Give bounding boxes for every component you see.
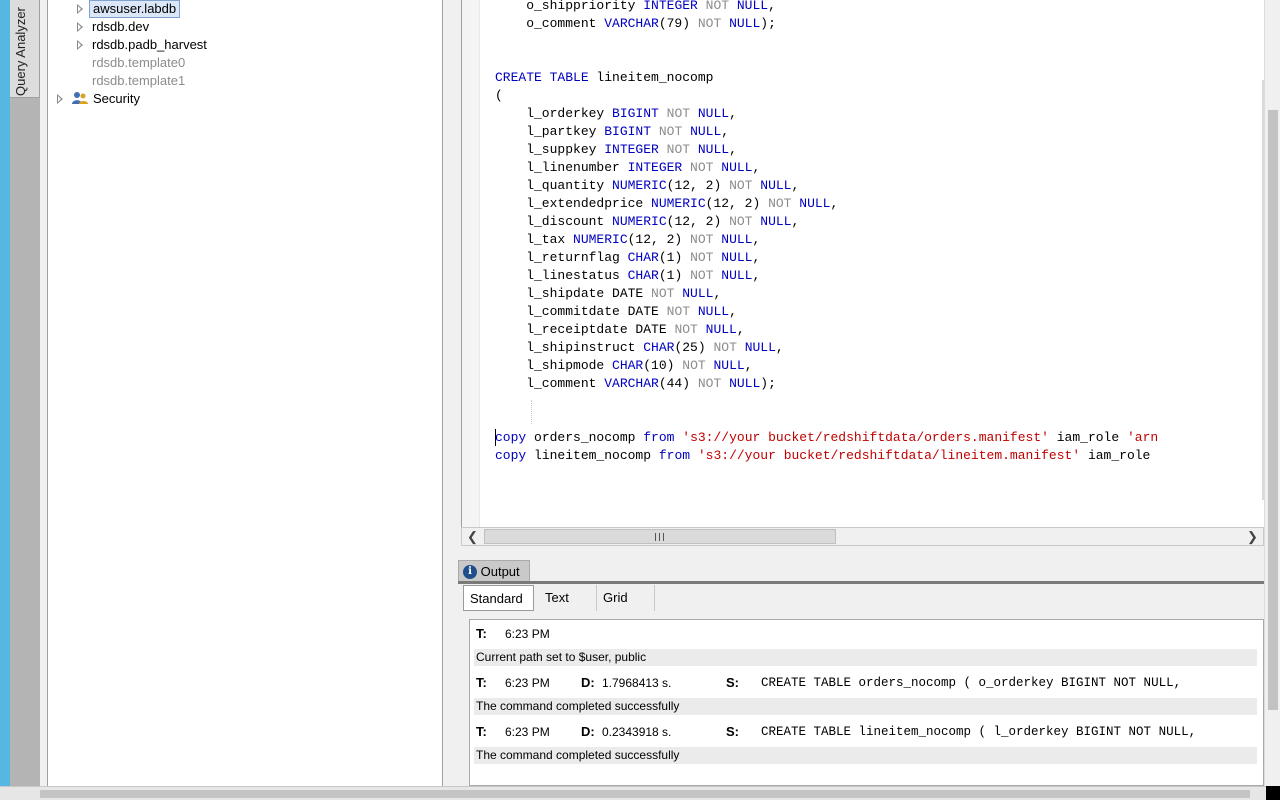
tab-output-label: Output	[480, 564, 520, 579]
log-time: 6:23 PM	[505, 725, 550, 739]
expand-arrow-icon[interactable]	[77, 22, 83, 32]
vertical-scroll-thumb[interactable]	[1268, 110, 1278, 710]
code-line: l_linestatus CHAR(1) NOT NULL,	[495, 268, 761, 283]
subtab-grid[interactable]: Grid	[597, 585, 655, 611]
time-label: T:	[476, 626, 487, 641]
code-line: l_returnflag CHAR(1) NOT NULL,	[495, 250, 761, 265]
tree-item-security[interactable]: Security	[93, 90, 140, 108]
users-icon	[72, 91, 88, 105]
code-line: l_suppkey INTEGER NOT NULL,	[495, 142, 737, 157]
tab-query-analyzer[interactable]: Query Analyzer	[10, 0, 40, 98]
code-line: l_linenumber INTEGER NOT NULL,	[495, 160, 761, 175]
statement-label: S:	[726, 724, 739, 739]
code-line: l_receiptdate DATE NOT NULL,	[495, 322, 745, 337]
tab-query-analyzer-label: Query Analyzer	[13, 7, 28, 96]
editor-gutter	[462, 0, 480, 527]
horizontal-scrollbar[interactable]: ❮ ❯	[461, 527, 1264, 546]
vertical-tab-strip	[10, 0, 40, 786]
tree-item-awsuser-labdb[interactable]: awsuser.labdb	[89, 0, 181, 18]
time-label: T:	[476, 675, 487, 690]
scroll-right-icon[interactable]: ❯	[1242, 528, 1263, 545]
sql-editor[interactable]: o_shippriority INTEGER NOT NULL, o_comme…	[461, 0, 1264, 527]
code-line: l_shipinstruct CHAR(25) NOT NULL,	[495, 340, 784, 355]
log-entry-header: T: 6:23 PM D: 0.2343918 s. S: CREATE TAB…	[476, 722, 1256, 742]
expand-arrow-icon[interactable]	[77, 4, 83, 14]
code-line: l_orderkey BIGINT NOT NULL,	[495, 106, 737, 121]
log-entry-header: T: 6:23 PM	[476, 624, 550, 644]
subtab-text[interactable]: Text	[539, 585, 597, 611]
log-duration: 0.2343918 s.	[602, 725, 672, 739]
horizontal-scroll-thumb[interactable]	[484, 529, 836, 544]
code-line: ​	[495, 411, 1158, 429]
code-line: l_partkey BIGINT NOT NULL,	[495, 124, 730, 139]
output-panel: Standard Text Grid T: 6:23 PM Current pa…	[458, 584, 1264, 786]
code-line: ​	[495, 51, 1158, 69]
grip-icon	[655, 533, 665, 541]
vertical-scrollbar[interactable]	[1264, 0, 1280, 786]
statement-label: S:	[726, 675, 739, 690]
bottom-scroll-thumb[interactable]	[40, 790, 1250, 798]
code-line: l_extendedprice NUMERIC(12, 2) NOT NULL,	[495, 196, 839, 211]
log-duration: 1.7968413 s.	[602, 676, 672, 690]
log-statement: CREATE TABLE orders_nocomp ( o_orderkey …	[761, 676, 1182, 690]
code-line: ​	[495, 393, 1158, 411]
expand-arrow-icon[interactable]	[57, 94, 63, 104]
tree-item-rdsdb-template0[interactable]: rdsdb.template0	[92, 54, 185, 72]
subtab-standard[interactable]: Standard	[463, 585, 534, 611]
log-entry-header: T: 6:23 PM D: 1.7968413 s. S: CREATE TAB…	[476, 673, 1256, 693]
log-message: Current path set to $user, public	[474, 649, 1257, 666]
tree-item-rdsdb-template1[interactable]: rdsdb.template1	[92, 72, 185, 90]
duration-label: D:	[581, 724, 595, 739]
duration-label: D:	[581, 675, 595, 690]
code-line: l_discount NUMERIC(12, 2) NOT NULL,	[495, 214, 800, 229]
scroll-left-icon[interactable]: ❮	[462, 528, 483, 545]
code-line: (	[495, 88, 503, 103]
bottom-scrollbar[interactable]	[0, 786, 1280, 800]
time-label: T:	[476, 724, 487, 739]
code-line: l_commitdate DATE NOT NULL,	[495, 304, 737, 319]
left-accent-bar	[0, 0, 10, 800]
object-tree: awsuser.labdb rdsdb.dev rdsdb.padb_harve…	[47, 0, 443, 786]
log-statement: CREATE TABLE lineitem_nocomp ( l_orderke…	[761, 725, 1197, 739]
tree-item-rdsdb-padb-harvest[interactable]: rdsdb.padb_harvest	[92, 36, 207, 54]
code-line: copy lineitem_nocomp from 's3://your buc…	[495, 448, 1151, 463]
log-message: The command completed successfully	[474, 698, 1257, 715]
corner-box	[1266, 786, 1280, 800]
code-line: o_shippriority INTEGER NOT NULL,	[495, 0, 776, 13]
text-caret	[495, 429, 496, 446]
code-line: ​	[495, 33, 1158, 51]
sql-code[interactable]: o_shippriority INTEGER NOT NULL, o_comme…	[495, 0, 1158, 465]
info-icon: i	[463, 564, 477, 579]
output-log: T: 6:23 PM Current path set to $user, pu…	[469, 619, 1264, 786]
tab-output[interactable]: i Output	[458, 560, 530, 582]
log-message: The command completed successfully	[474, 747, 1257, 764]
tree-item-rdsdb-dev[interactable]: rdsdb.dev	[92, 18, 149, 36]
log-time: 6:23 PM	[505, 676, 550, 690]
code-line: o_comment VARCHAR(79) NOT NULL);	[495, 16, 776, 31]
log-time: 6:23 PM	[505, 627, 550, 641]
code-line: l_shipdate DATE NOT NULL,	[495, 286, 722, 301]
code-line: l_quantity NUMERIC(12, 2) NOT NULL,	[495, 178, 800, 193]
code-line: l_comment VARCHAR(44) NOT NULL);	[495, 376, 776, 391]
expand-arrow-icon[interactable]	[77, 40, 83, 50]
code-line: CREATE TABLE lineitem_nocomp	[495, 70, 714, 85]
code-line: l_tax NUMERIC(12, 2) NOT NULL,	[495, 232, 761, 247]
code-line: l_shipmode CHAR(10) NOT NULL,	[495, 358, 753, 373]
code-line: copy orders_nocomp from 's3://your bucke…	[495, 430, 1159, 445]
